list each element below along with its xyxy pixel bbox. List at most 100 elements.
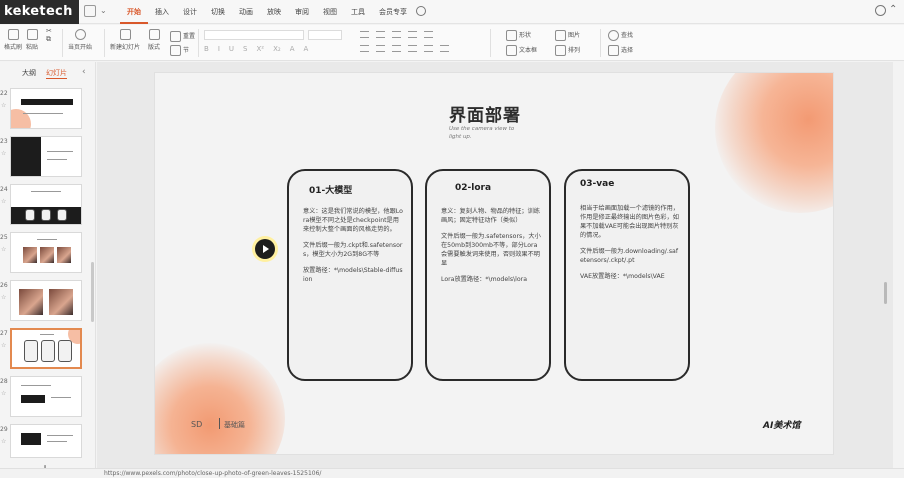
- divider: [62, 29, 63, 57]
- tab-design[interactable]: 设计: [176, 0, 204, 24]
- new-slide-button[interactable]: 新建幻灯片: [110, 29, 140, 51]
- font-size-select[interactable]: [308, 30, 342, 40]
- shape-button[interactable]: 形状: [506, 30, 531, 41]
- tab-view[interactable]: 视图: [316, 0, 344, 24]
- line-spacing-icon[interactable]: [424, 31, 433, 38]
- shape-icon: [506, 30, 517, 41]
- list-row: [360, 31, 433, 38]
- slide-number: 24: [0, 186, 8, 193]
- reset-button[interactable]: 重置: [170, 31, 195, 42]
- card-paragraph: Lora放置路径：*\models\lora: [441, 275, 527, 283]
- superscript-icon[interactable]: X²: [256, 45, 264, 53]
- indent-icon[interactable]: [392, 31, 401, 38]
- slide-subtitle[interactable]: Use the camera view to light up.: [449, 126, 519, 141]
- card-model[interactable]: 01-大模型 意义：这是我们常说的模型，他跟Lora模型不同之处是checkpo…: [287, 169, 413, 381]
- slide-thumbnail-27[interactable]: 27 ☆: [0, 328, 90, 372]
- tab-review[interactable]: 审阅: [288, 0, 316, 24]
- arrange-button[interactable]: 排列: [555, 45, 580, 56]
- panel-scrollbar[interactable]: [91, 262, 94, 322]
- align-left-icon[interactable]: [360, 45, 369, 52]
- tab-animation[interactable]: 动画: [232, 0, 260, 24]
- search-icon[interactable]: [416, 6, 426, 16]
- slide-thumbnail-22[interactable]: 22 ☆: [0, 88, 90, 132]
- new-slide-label: 新建幻灯片: [110, 44, 141, 51]
- select-button[interactable]: 选择: [608, 45, 633, 56]
- next-arrow-icon[interactable]: [255, 239, 275, 259]
- align-center-icon[interactable]: [376, 45, 385, 52]
- distribute-icon[interactable]: [424, 45, 433, 52]
- card-paragraph: 相当于给画面加载一个滤镜的作用，作用是修正最终输出的图片色彩，如果不加载VAE可…: [580, 205, 679, 239]
- section-label: 节: [183, 47, 190, 54]
- collapse-ribbon-icon[interactable]: ⌃: [889, 5, 900, 16]
- slide-number: 27: [0, 330, 8, 337]
- bold-icon[interactable]: B: [204, 45, 209, 53]
- tab-member[interactable]: 会员专享: [372, 0, 414, 24]
- tab-slideshow[interactable]: 放映: [260, 0, 288, 24]
- reset-icon: [170, 31, 181, 42]
- font-color-icon[interactable]: A: [290, 45, 295, 53]
- card-paragraph: 文件后缀一般为.downloading/.safetensors/.ckpt/.…: [580, 247, 679, 264]
- card-body: 意义：这是我们常说的模型，他跟Lora模型不同之处是checkpoint是用来控…: [303, 208, 403, 292]
- star-icon: ☆: [1, 438, 7, 445]
- highlight-icon[interactable]: A: [303, 45, 308, 53]
- textbox-button[interactable]: 文本框: [506, 45, 537, 56]
- find-icon: [608, 30, 619, 41]
- dropdown-icon[interactable]: ⌄: [100, 5, 112, 17]
- star-icon: ☆: [1, 102, 7, 109]
- arrange-icon: [555, 45, 566, 56]
- card-vae[interactable]: 03-vae 相当于给画面加载一个滤镜的作用，作用是修正最终输出的图片色彩，如果…: [564, 169, 690, 381]
- numbering-icon[interactable]: [376, 31, 385, 38]
- thumbnail-image: [10, 88, 82, 129]
- slide-thumbnail-28[interactable]: 28 ☆: [0, 376, 90, 420]
- start-from-current-label: 当页开始: [68, 44, 93, 51]
- canvas-scrollbar[interactable]: [884, 282, 887, 304]
- font-name-select[interactable]: [204, 30, 304, 40]
- section-button[interactable]: 节: [170, 45, 189, 56]
- bullets-icon[interactable]: [360, 31, 369, 38]
- justify-icon[interactable]: [408, 45, 417, 52]
- align-right-icon[interactable]: [392, 45, 401, 52]
- italic-icon[interactable]: I: [218, 45, 220, 53]
- card-paragraph: 放置路径：*\models\Stable-diffusion: [303, 266, 403, 283]
- slide-panel: 大纲 幻灯片 ‹ 22 ☆ 23 ☆ 24 ☆ 25 ☆ 26 ☆ 27 ☆ 2…: [0, 62, 96, 476]
- strike-icon[interactable]: S: [243, 45, 247, 53]
- layout-button[interactable]: 版式: [148, 29, 160, 51]
- status-bar: https://www.pexels.com/photo/close-up-ph…: [0, 468, 904, 478]
- tab-insert[interactable]: 插入: [148, 0, 176, 24]
- tab-tools[interactable]: 工具: [344, 0, 372, 24]
- columns-icon[interactable]: [440, 45, 449, 52]
- slide-thumbnail-24[interactable]: 24 ☆: [0, 184, 90, 228]
- start-from-current-button[interactable]: 当页开始: [68, 29, 92, 51]
- textbox-icon: [506, 45, 517, 56]
- slide-number: 22: [0, 90, 8, 97]
- undo-icon[interactable]: [84, 5, 96, 17]
- slide-thumbnail-26[interactable]: 26 ☆: [0, 280, 90, 324]
- slide-thumbnail-25[interactable]: 25 ☆: [0, 232, 90, 276]
- tab-transition[interactable]: 切换: [204, 0, 232, 24]
- outdent-icon[interactable]: [408, 31, 417, 38]
- slide[interactable]: 界面部署 Use the camera view to light up. 01…: [154, 72, 834, 455]
- cut-copy-icons[interactable]: ✂ ⧉: [46, 27, 52, 44]
- format-painter-button[interactable]: 格式刷: [4, 29, 22, 51]
- star-icon: ☆: [1, 342, 7, 349]
- thumbnail-image: [10, 232, 82, 273]
- tab-outline[interactable]: 大纲: [22, 68, 36, 79]
- image-button[interactable]: 图片: [555, 30, 580, 41]
- slide-title[interactable]: 界面部署: [155, 101, 815, 126]
- slide-thumbnail-23[interactable]: 23 ☆: [0, 136, 90, 180]
- paste-button[interactable]: 粘贴: [26, 29, 38, 51]
- star-icon: ☆: [1, 246, 7, 253]
- subscript-icon[interactable]: X₂: [273, 45, 281, 53]
- collapse-panel-icon[interactable]: ‹: [82, 67, 86, 77]
- account-icon[interactable]: [875, 5, 886, 16]
- card-paragraph: 意义：这是我们常说的模型，他跟Lora模型不同之处是checkpoint是用来控…: [303, 208, 403, 233]
- tab-slides[interactable]: 幻灯片: [46, 68, 67, 79]
- tab-home[interactable]: 开始: [120, 0, 148, 24]
- find-button[interactable]: 查找: [608, 30, 633, 41]
- underline-icon[interactable]: U: [229, 45, 234, 53]
- app-window: keketech ⌄ 开始 插入 设计 切换 动画 放映 审阅 视图 工具 会员…: [0, 0, 904, 478]
- decor-gradient-bottom: [155, 343, 285, 454]
- brand-logo: keketech: [0, 0, 79, 24]
- new-slide-icon: [119, 29, 131, 40]
- card-lora[interactable]: 02-lora 意义：复刻人物、物品的特征；训练画风；固定特征动作（类似） 文件…: [425, 169, 551, 381]
